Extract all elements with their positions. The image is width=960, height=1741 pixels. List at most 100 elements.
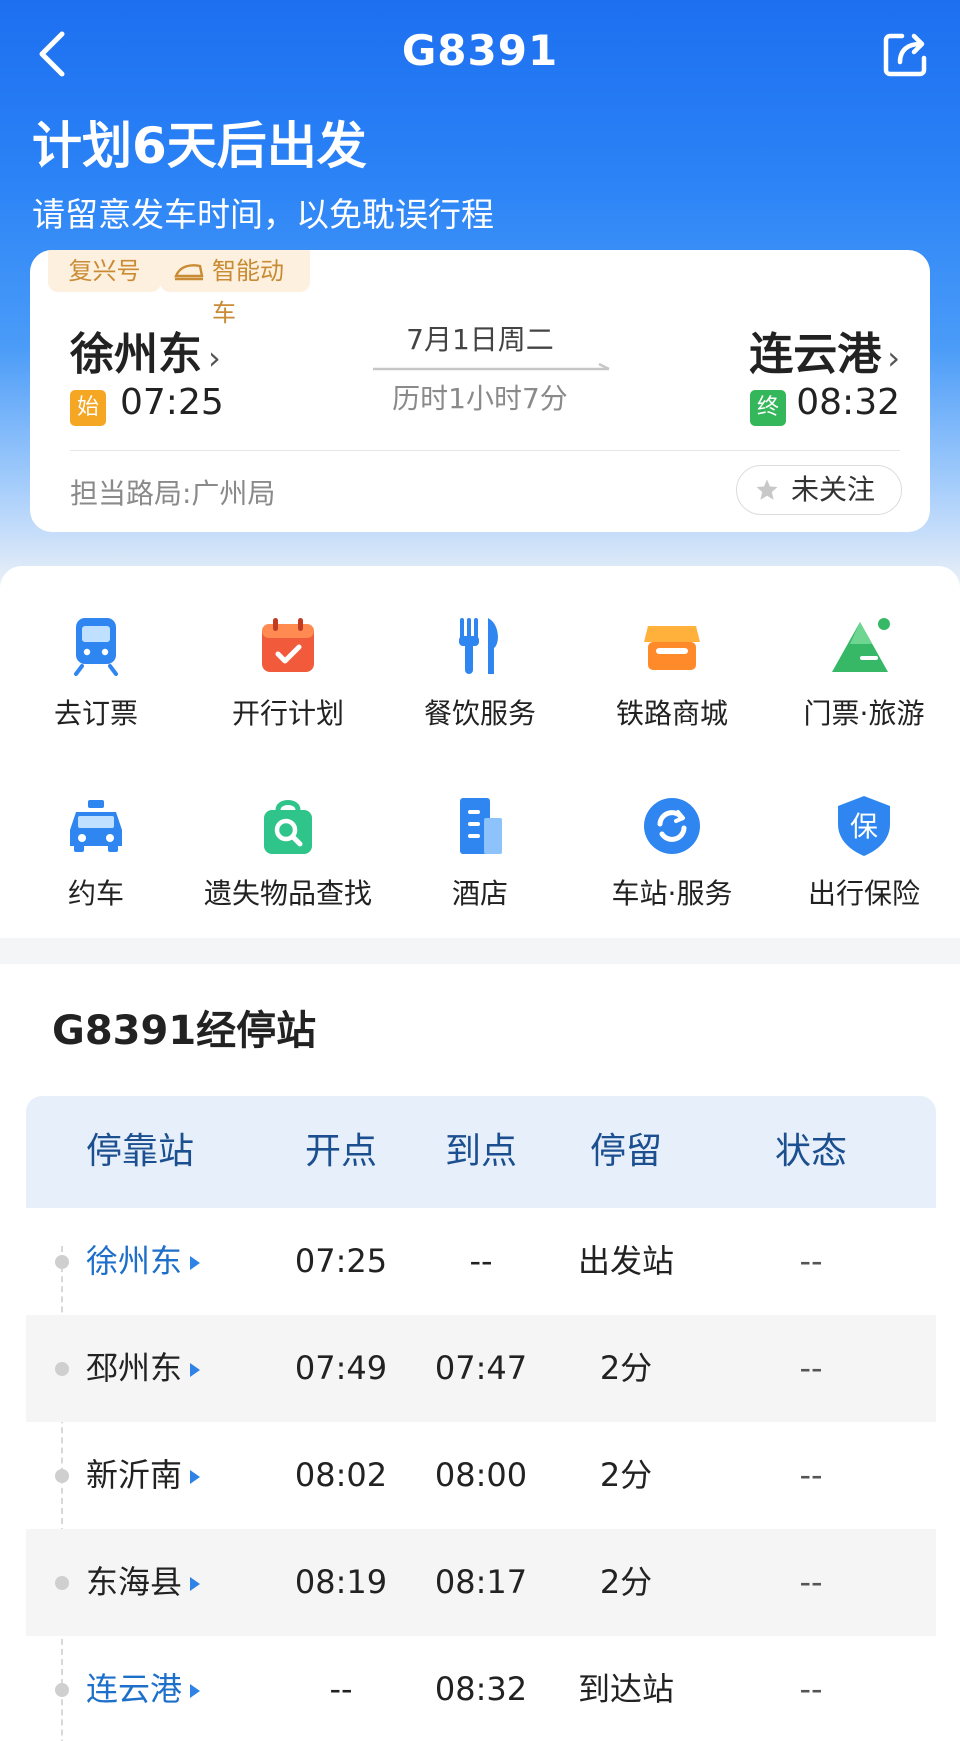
status-cell: -- [799, 1563, 823, 1601]
table-row[interactable]: 新沂南 08:02 08:00 2分 -- [26, 1422, 936, 1529]
stop-dot [55, 1683, 69, 1697]
depart-cell: 07:49 [294, 1349, 388, 1387]
train-icon [74, 618, 118, 676]
mountain-icon [832, 618, 890, 672]
station-cell[interactable]: 徐州东 [86, 1208, 266, 1315]
caret-right-icon [190, 1256, 201, 1270]
service-label: 遗失物品查找 [203, 877, 372, 910]
stop-dot [55, 1576, 69, 1590]
insurance-shield-icon: 保 [838, 796, 890, 856]
shop-icon [644, 626, 700, 670]
stop-dot [55, 1469, 69, 1483]
stay-cell: 2分 [599, 1563, 653, 1601]
bullet-train-icon [174, 264, 204, 281]
table-row[interactable]: 徐州东 07:25 -- 出发站 -- [26, 1208, 936, 1315]
table-row[interactable]: 东海县 08:19 08:17 2分 -- [26, 1529, 936, 1636]
col-status: 状态 [774, 1131, 847, 1172]
service-label: 铁路商城 [615, 697, 728, 730]
stops-section: G8391经停站 停靠站 开点 到点 停留 状态 徐州东 07:25 -- 出发… [0, 964, 960, 1741]
station-cell[interactable]: 东海县 [86, 1529, 266, 1636]
status-cell: -- [799, 1456, 823, 1494]
stops-title: G8391经停站 [52, 1008, 317, 1054]
stay-cell: 到达站 [577, 1670, 674, 1708]
depart-cell: 08:02 [294, 1456, 388, 1494]
to-station[interactable]: 连云港 › [749, 318, 900, 382]
trip-duration: 历时1小时7分 [392, 382, 568, 415]
arrival-time: 08:32 [796, 382, 900, 423]
service-label: 门票·旅游 [803, 697, 925, 730]
col-arrive: 到点 [444, 1131, 517, 1172]
col-station: 停靠站 [86, 1131, 195, 1172]
station-name: 东海县 [86, 1563, 183, 1601]
arrive-cell: 08:17 [434, 1563, 528, 1601]
departure-countdown: 计划6天后出发 [32, 117, 367, 175]
service-label: 餐饮服务 [423, 697, 536, 730]
card-divider [70, 450, 900, 451]
to-station-name: 连云港 [749, 329, 882, 380]
station-service-icon [644, 798, 700, 854]
service-schedule[interactable]: 开行计划 [192, 614, 384, 732]
service-book-ticket[interactable]: 去订票 [0, 614, 192, 732]
station-name: 新沂南 [86, 1456, 183, 1494]
service-grid: 去订票 开行计划 餐饮服务 铁路商城 门票·旅游 约车 遗失物品查找 酒店 车站… [0, 566, 960, 938]
service-hotel[interactable]: 酒店 [384, 794, 576, 912]
stops-table: 停靠站 开点 到点 停留 状态 徐州东 07:25 -- 出发站 -- 邳州东 … [26, 1096, 936, 1741]
service-label: 去订票 [53, 697, 138, 730]
smart-train-label: 智能动车 [212, 257, 284, 327]
table-row[interactable]: 连云港 -- 08:32 到达站 -- [26, 1636, 936, 1741]
table-row[interactable]: 邳州东 07:49 07:47 2分 -- [26, 1315, 936, 1422]
chevron-right-icon: › [887, 339, 900, 377]
col-stay: 停留 [589, 1131, 662, 1172]
service-insurance[interactable]: 保 出行保险 [768, 794, 960, 912]
caret-right-icon [190, 1470, 201, 1484]
station-name: 邳州东 [86, 1349, 183, 1387]
service-lost-found[interactable]: 遗失物品查找 [192, 794, 384, 912]
caret-right-icon [190, 1684, 201, 1698]
star-icon [756, 479, 778, 500]
follow-button[interactable]: 未关注 [736, 465, 902, 515]
stop-dot [55, 1362, 69, 1376]
fork-knife-icon [459, 618, 498, 674]
arrive-cell: 07:47 [434, 1349, 528, 1387]
service-tickets-travel[interactable]: 门票·旅游 [768, 614, 960, 732]
service-label: 酒店 [451, 877, 508, 910]
hotel-icon [460, 798, 502, 854]
status-cell: -- [799, 1242, 823, 1280]
table-header: 停靠站 开点 到点 停留 状态 [26, 1096, 936, 1208]
depart-cell: 07:25 [294, 1242, 388, 1280]
departure-reminder: 请留意发车时间，以免耽误行程 [32, 195, 494, 234]
station-cell[interactable]: 邳州东 [86, 1315, 266, 1422]
service-label: 出行保险 [807, 877, 920, 910]
service-label: 开行计划 [231, 697, 344, 730]
service-station[interactable]: 车站·服务 [576, 794, 768, 912]
depart-cell: -- [329, 1670, 353, 1708]
caret-right-icon [190, 1363, 201, 1377]
fuxing-tag: 复兴号 [48, 250, 161, 292]
service-label: 车站·服务 [611, 877, 733, 910]
train-info-card: 复兴号 智能动车 徐州东 › 始 07:25 7月1日周二 历时1小时7分 连云港… [30, 250, 930, 532]
stay-cell: 出发站 [577, 1242, 674, 1280]
svg-text:保: 保 [850, 810, 878, 843]
station-cell[interactable]: 连云港 [86, 1636, 266, 1741]
depart-cell: 08:19 [294, 1563, 388, 1601]
follow-label: 未关注 [791, 473, 876, 506]
service-mall[interactable]: 铁路商城 [576, 614, 768, 732]
arrive-cell: -- [469, 1242, 493, 1280]
arrive-cell: 08:32 [434, 1670, 528, 1708]
station-name: 徐州东 [86, 1242, 183, 1280]
smart-train-tag: 智能动车 [160, 250, 310, 327]
page-title: G8391 [401, 26, 559, 75]
col-depart: 开点 [304, 1131, 377, 1172]
end-badge: 终 [750, 390, 786, 426]
direction-arrow-icon [373, 363, 610, 371]
railway-bureau: 担当路局:广州局 [70, 477, 276, 510]
share-icon[interactable] [880, 28, 932, 80]
stay-cell: 2分 [599, 1349, 653, 1387]
service-taxi[interactable]: 约车 [0, 794, 192, 912]
stop-dot [55, 1255, 69, 1269]
service-dining[interactable]: 餐饮服务 [384, 614, 576, 732]
lost-bag-search-icon [264, 800, 312, 854]
station-cell[interactable]: 新沂南 [86, 1422, 266, 1529]
stay-cell: 2分 [599, 1456, 653, 1494]
station-name: 连云港 [86, 1670, 183, 1708]
